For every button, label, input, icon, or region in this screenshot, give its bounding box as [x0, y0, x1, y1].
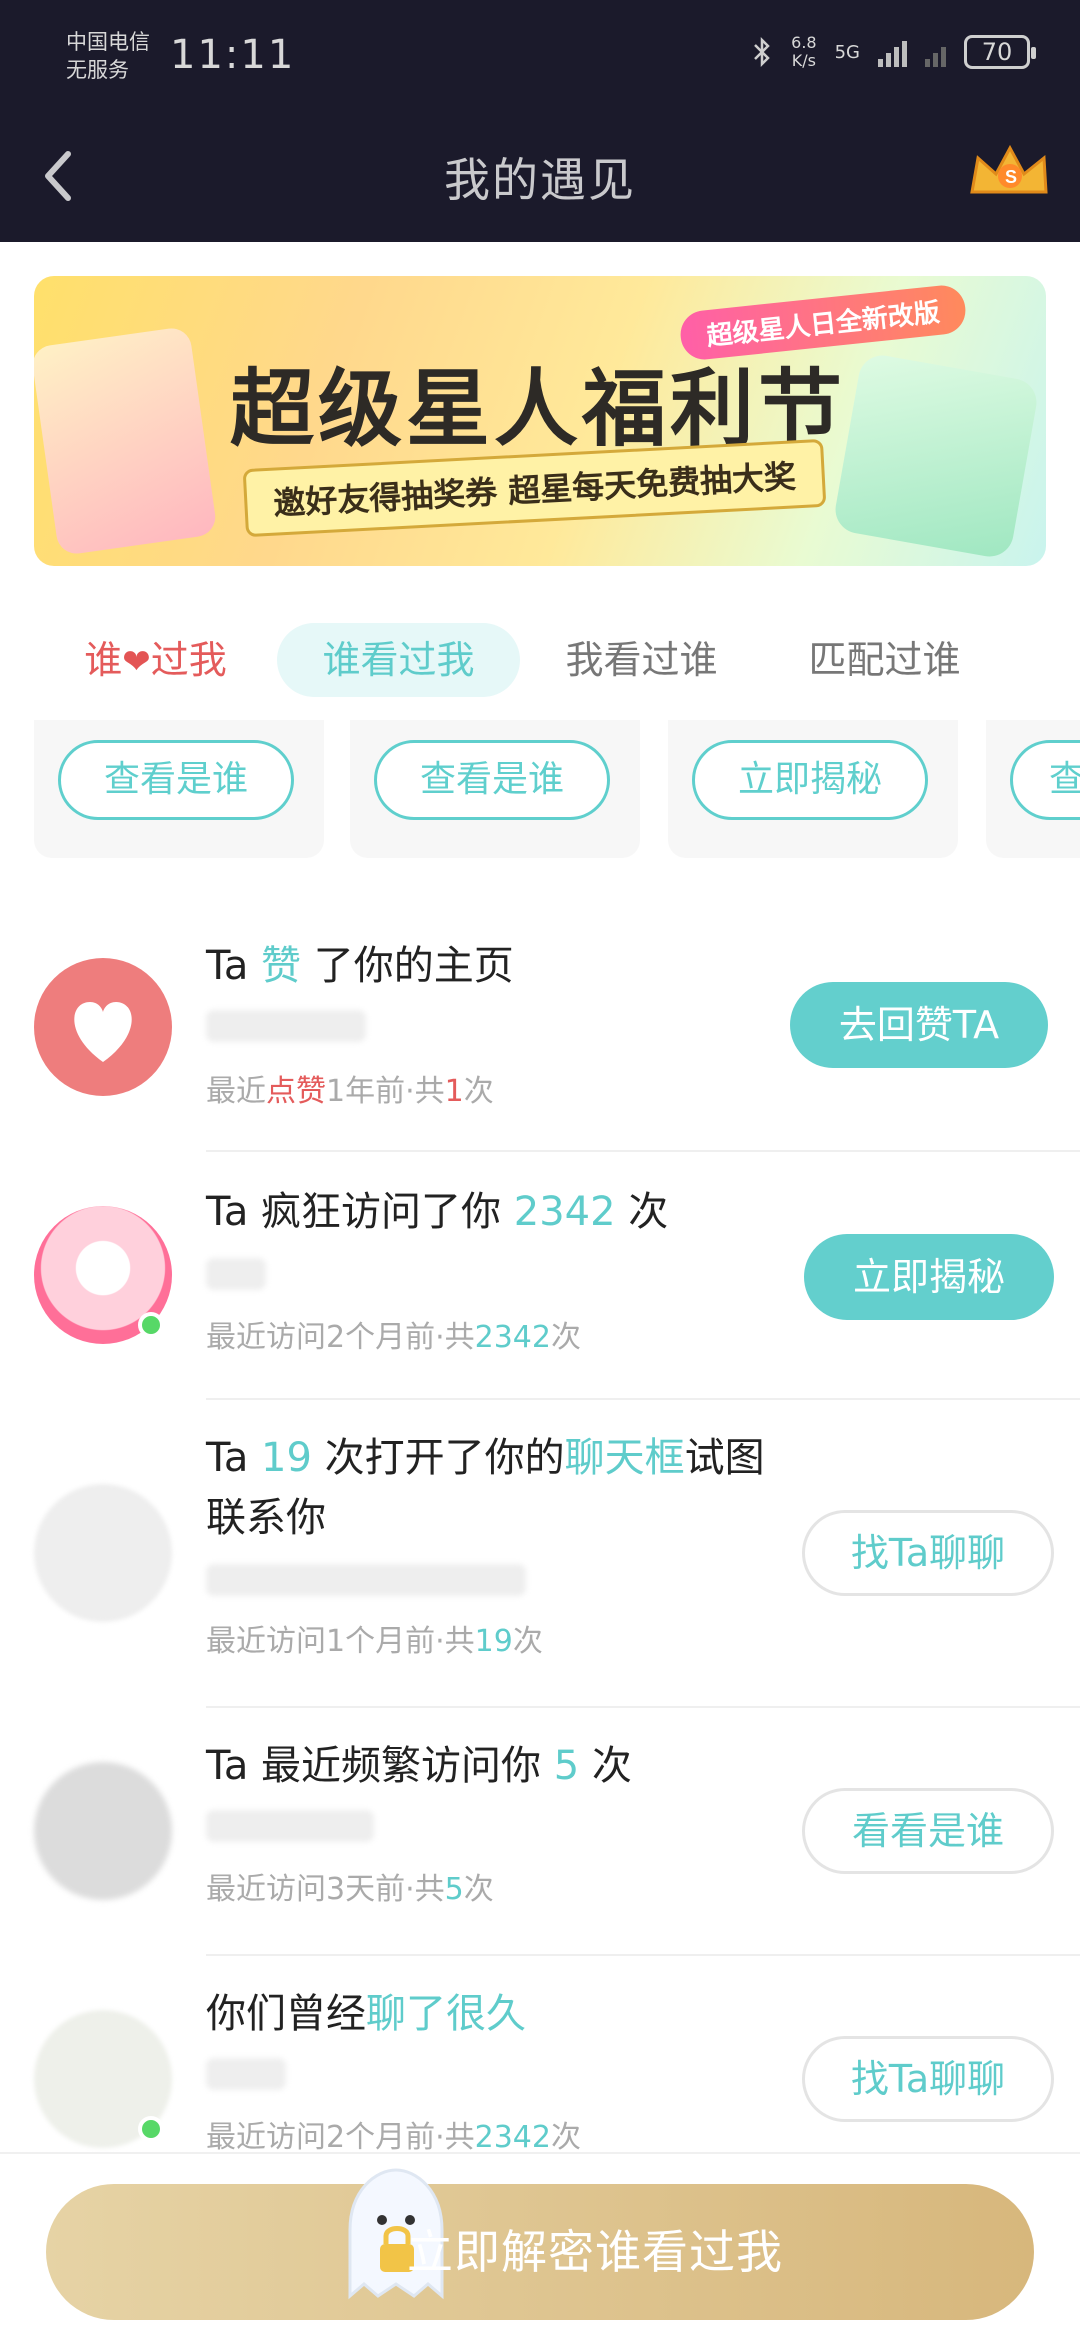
- item-meta: 最近访问1个月前·共19次: [206, 1624, 543, 1659]
- blurred-info: [206, 1564, 526, 1596]
- heart-icon: [74, 1002, 132, 1062]
- view-who-button[interactable]: 查看是谁: [58, 740, 294, 820]
- gift-box-right-image: [831, 351, 1041, 561]
- carrier-name: 中国电信: [66, 30, 150, 54]
- network-speed: 6.8 K/s: [791, 34, 816, 70]
- gift-box-left-image: [34, 325, 218, 557]
- item-title: Ta 赞 了你的主页: [206, 943, 514, 989]
- tab-who-matched[interactable]: 匹配过谁: [763, 623, 1006, 697]
- tab-label-post: 过我: [150, 638, 227, 682]
- online-indicator: [138, 1312, 164, 1338]
- promo-banner[interactable]: 超级星人日全新改版 超级星人福利节 邀好友得抽奖券 超星每天免费抽大奖: [34, 276, 1046, 566]
- page-title: 我的遇见: [444, 153, 636, 207]
- like-back-button[interactable]: 去回赞TA: [790, 982, 1048, 1068]
- divider: [206, 1150, 1080, 1152]
- item-title: 你们曾经聊了很久: [206, 1991, 526, 2037]
- network-type: 5G: [834, 41, 860, 63]
- bluetooth-icon: [754, 36, 770, 68]
- blurred-info: [206, 1010, 366, 1042]
- reveal-card: 查看是谁: [350, 720, 640, 858]
- item-meta: 最近点赞1年前·共1次: [206, 1074, 494, 1109]
- battery-icon: 70: [964, 35, 1036, 69]
- speed-value: 6.8: [791, 33, 817, 52]
- blurred-info: [206, 2058, 286, 2090]
- divider: [206, 1398, 1080, 1400]
- user-avatar: [34, 1762, 172, 1900]
- reveal-cards: 查看是谁 查看是谁 立即揭秘 查: [34, 720, 1080, 860]
- see-who-button[interactable]: 看看是谁: [802, 1788, 1054, 1874]
- blurred-info: [206, 1810, 374, 1842]
- reveal-now-button[interactable]: 立即揭秘: [692, 740, 928, 820]
- like-avatar: [34, 958, 172, 1096]
- unlock-button-label: 立即解密谁看过我: [407, 2225, 783, 2279]
- super-star-crown-icon[interactable]: S: [964, 140, 1054, 210]
- carrier-info: 中国电信 无服务: [66, 28, 150, 84]
- item-meta: 最近访问2个月前·共2342次: [206, 1320, 581, 1355]
- tab-who-i-viewed[interactable]: 我看过谁: [520, 623, 763, 697]
- speed-unit: K/s: [791, 51, 816, 70]
- item-meta: 最近访问3天前·共5次: [206, 1872, 494, 1907]
- reveal-now-button[interactable]: 立即揭秘: [804, 1234, 1054, 1320]
- user-avatar: [34, 1484, 172, 1622]
- tab-who-liked-me[interactable]: 谁❤过我: [34, 623, 277, 697]
- blurred-info: [206, 1258, 266, 1290]
- view-who-button[interactable]: 查看是谁: [374, 740, 610, 820]
- divider: [206, 1954, 1080, 1956]
- top-bar: 中国电信 无服务 11:11 6.8 K/s 5G 70 我的遇见 S: [0, 0, 1080, 242]
- tab-who-viewed-me[interactable]: 谁看过我: [277, 623, 520, 697]
- heart-icon: ❤: [122, 642, 151, 682]
- reveal-card: 查看是谁: [34, 720, 324, 858]
- divider: [206, 1706, 1080, 1708]
- status-icons: 6.8 K/s 5G 70: [751, 34, 1036, 70]
- item-title: Ta 最近频繁访问你 5 次: [206, 1743, 632, 1789]
- status-bar: 中国电信 无服务 11:11 6.8 K/s 5G 70: [66, 28, 1036, 88]
- svg-text:S: S: [1005, 167, 1017, 187]
- chat-with-ta-button[interactable]: 找Ta聊聊: [802, 1510, 1054, 1596]
- item-title: Ta 19 次打开了你的聊天框试图联系你: [206, 1435, 765, 1541]
- tab-bar: 谁❤过我 谁看过我 我看过谁 匹配过谁: [34, 620, 1046, 700]
- tab-label-pre: 谁: [84, 638, 123, 682]
- view-who-button[interactable]: 查: [1010, 740, 1080, 820]
- signal-icon: [878, 37, 907, 67]
- item-title: Ta 疯狂访问了你 2342 次: [206, 1189, 669, 1235]
- reveal-card: 查: [986, 720, 1080, 858]
- item-meta: 最近访问2个月前·共2342次: [206, 2120, 581, 2155]
- chat-with-ta-button[interactable]: 找Ta聊聊: [802, 2036, 1054, 2122]
- bottom-bar: 立即解密谁看过我: [0, 2152, 1080, 2340]
- online-indicator: [138, 2116, 164, 2142]
- carrier-status: 无服务: [66, 58, 129, 82]
- signal-2-icon: [925, 37, 946, 67]
- reveal-card: 立即揭秘: [668, 720, 958, 858]
- clock: 11:11: [170, 32, 296, 78]
- unlock-button[interactable]: 立即解密谁看过我: [46, 2168, 1034, 2320]
